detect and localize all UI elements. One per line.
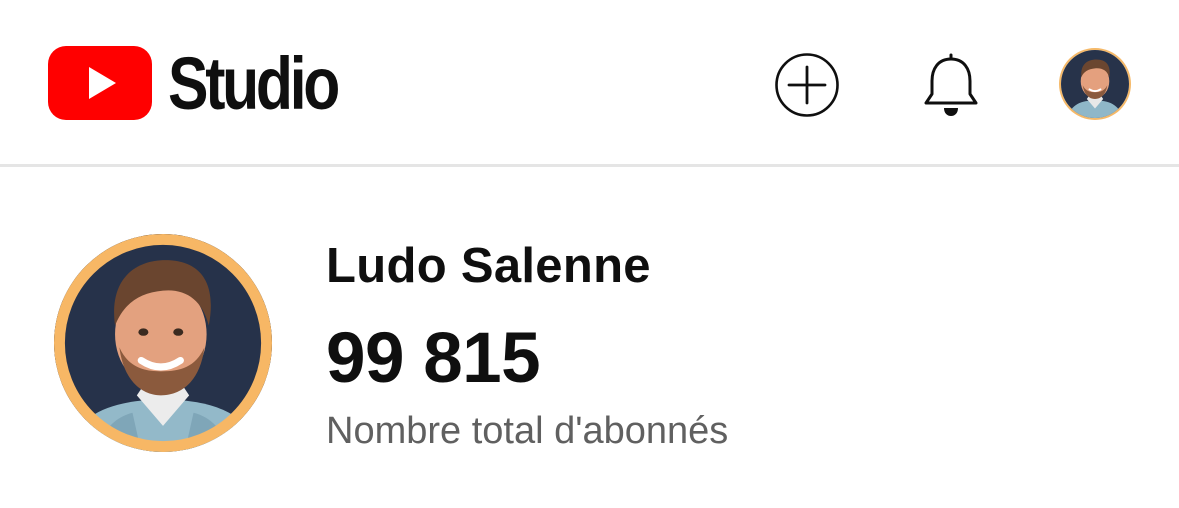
- app-header: Studio: [0, 0, 1179, 167]
- channel-name: Ludo Salenne: [326, 239, 651, 293]
- channel-avatar[interactable]: [54, 234, 272, 452]
- subscriber-label: Nombre total d'abonnés: [326, 410, 729, 452]
- header-divider: [0, 164, 1179, 167]
- studio-page: Studio Ludo Salenne 99 815 Nombre total …: [0, 0, 1179, 508]
- brand-name: Studio: [168, 42, 340, 125]
- account-avatar-button[interactable]: [1060, 49, 1130, 119]
- subscriber-count: 99 815: [326, 319, 541, 398]
- bell-icon: [924, 53, 978, 116]
- youtube-studio-logo[interactable]: Studio: [48, 42, 374, 125]
- create-button[interactable]: [774, 52, 840, 118]
- channel-profile-photo: [54, 234, 272, 452]
- avatar: [1061, 50, 1129, 118]
- notifications-button[interactable]: [918, 50, 984, 120]
- profile-photo: [1061, 50, 1129, 118]
- plus-circle-icon: [775, 53, 839, 117]
- youtube-play-icon: [48, 46, 152, 120]
